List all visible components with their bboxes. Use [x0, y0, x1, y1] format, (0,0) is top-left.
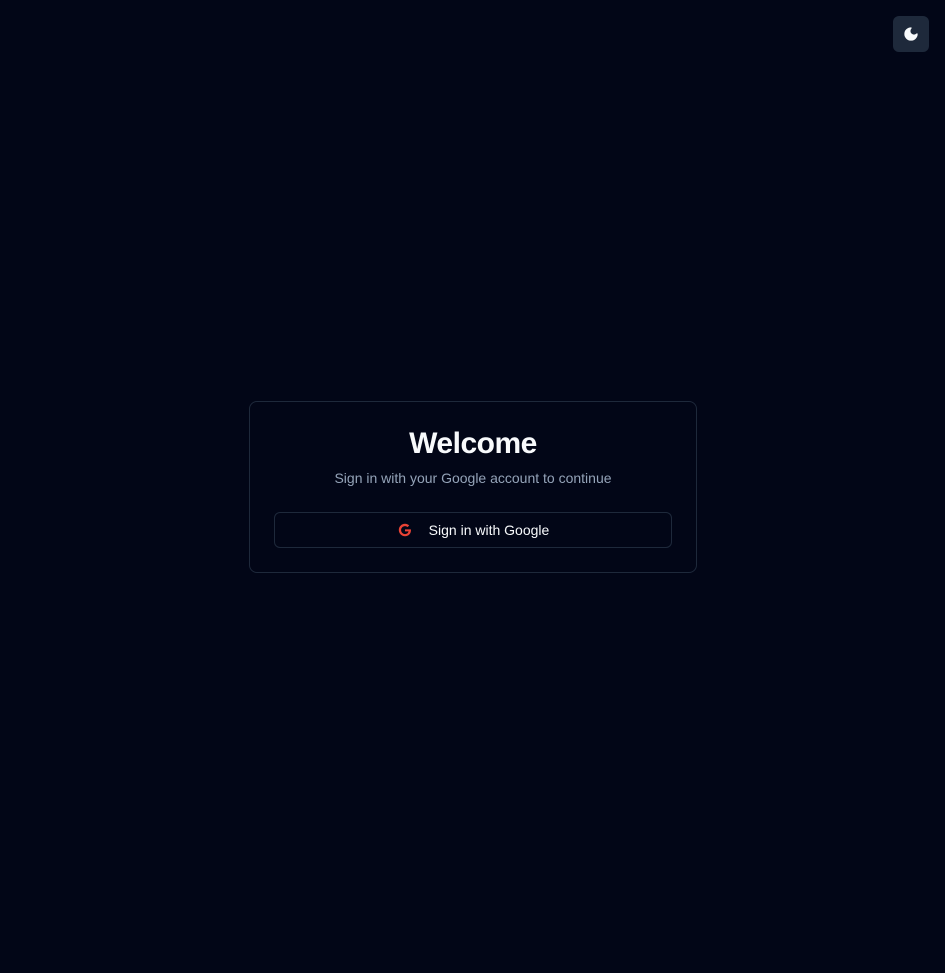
login-card: Welcome Sign in with your Google account…	[249, 401, 697, 573]
google-sign-in-button[interactable]: Sign in with Google	[274, 512, 672, 548]
theme-toggle-button[interactable]	[893, 16, 929, 52]
login-subtitle: Sign in with your Google account to cont…	[334, 470, 612, 486]
google-button-label: Sign in with Google	[428, 522, 550, 538]
google-icon	[397, 522, 413, 538]
page-title: Welcome	[409, 427, 537, 460]
moon-icon	[903, 26, 919, 42]
